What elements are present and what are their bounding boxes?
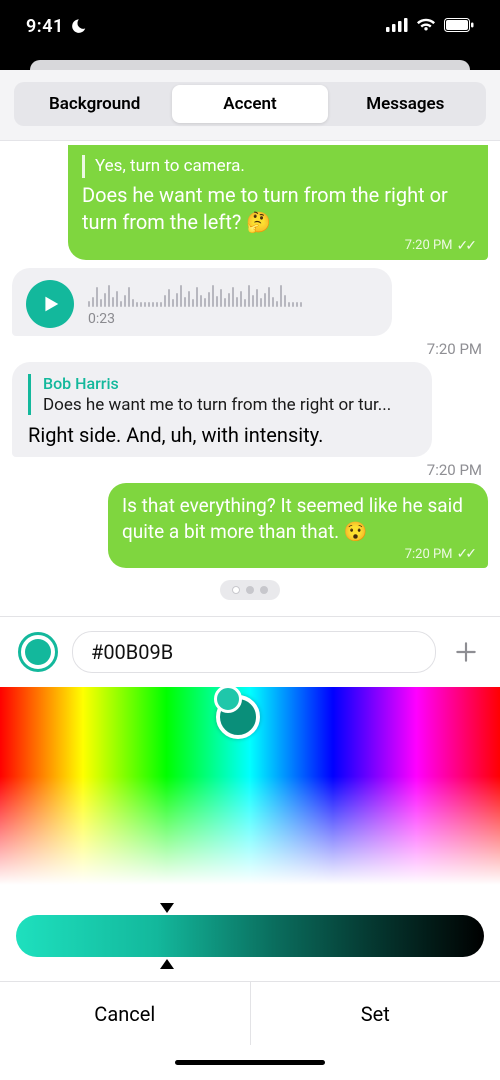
wifi-icon <box>416 17 436 36</box>
message-time: 7:20 PM <box>0 461 500 479</box>
message-text: Is that everything? It seemed like he sa… <box>122 493 474 544</box>
brightness-slider[interactable] <box>16 915 484 957</box>
battery-icon <box>444 17 474 36</box>
home-indicator[interactable] <box>0 1045 500 1079</box>
set-button[interactable]: Set <box>250 982 500 1045</box>
theme-segmented-control: Background Accent Messages <box>14 82 486 126</box>
shade-marker-bottom-icon <box>160 959 174 969</box>
message-text: Does he want me to turn from the right o… <box>82 182 474 236</box>
sheet-handle[interactable] <box>0 52 500 70</box>
reply-quote-text: Yes, turn to camera. <box>82 155 474 178</box>
do-not-disturb-icon <box>70 18 87 35</box>
color-picker <box>0 616 500 981</box>
incoming-reply-message: Bob Harris Does he want me to turn from … <box>12 362 432 457</box>
tab-accent[interactable]: Accent <box>172 85 327 123</box>
tab-messages[interactable]: Messages <box>328 85 483 123</box>
hex-input[interactable] <box>72 631 436 673</box>
outgoing-message: Yes, turn to camera. Does he want me to … <box>68 145 488 260</box>
hue-cursor[interactable] <box>216 695 260 739</box>
cellular-icon <box>386 17 408 36</box>
message-time: 7:20 PM <box>405 238 453 253</box>
message-time: 7:20 PM <box>0 340 500 358</box>
hue-saturation-area[interactable] <box>0 687 500 885</box>
status-time: 9:41 <box>26 16 64 37</box>
current-color-swatch[interactable] <box>18 632 58 672</box>
voice-message: 0:23 <box>12 268 392 336</box>
outgoing-message: Is that everything? It seemed like he sa… <box>108 483 488 568</box>
waveform-icon[interactable] <box>88 281 378 307</box>
typing-indicator <box>220 580 280 600</box>
read-ticks-icon: ✓✓ <box>457 546 474 562</box>
shade-marker-top-icon <box>160 903 174 913</box>
status-bar: 9:41 <box>0 0 500 52</box>
reply-quote-text: Does he want me to turn from the right o… <box>43 395 416 415</box>
message-text: Right side. And, uh, with intensity. <box>28 423 416 447</box>
voice-duration: 0:23 <box>88 311 378 327</box>
play-button[interactable] <box>26 280 74 328</box>
add-color-button[interactable] <box>450 636 482 668</box>
read-ticks-icon: ✓✓ <box>457 238 474 254</box>
message-time: 7:20 PM <box>405 547 453 562</box>
reply-sender-name: Bob Harris <box>43 374 416 393</box>
cancel-button[interactable]: Cancel <box>0 982 250 1045</box>
chat-preview: Yes, turn to camera. Does he want me to … <box>0 141 500 616</box>
tab-background[interactable]: Background <box>17 85 172 123</box>
